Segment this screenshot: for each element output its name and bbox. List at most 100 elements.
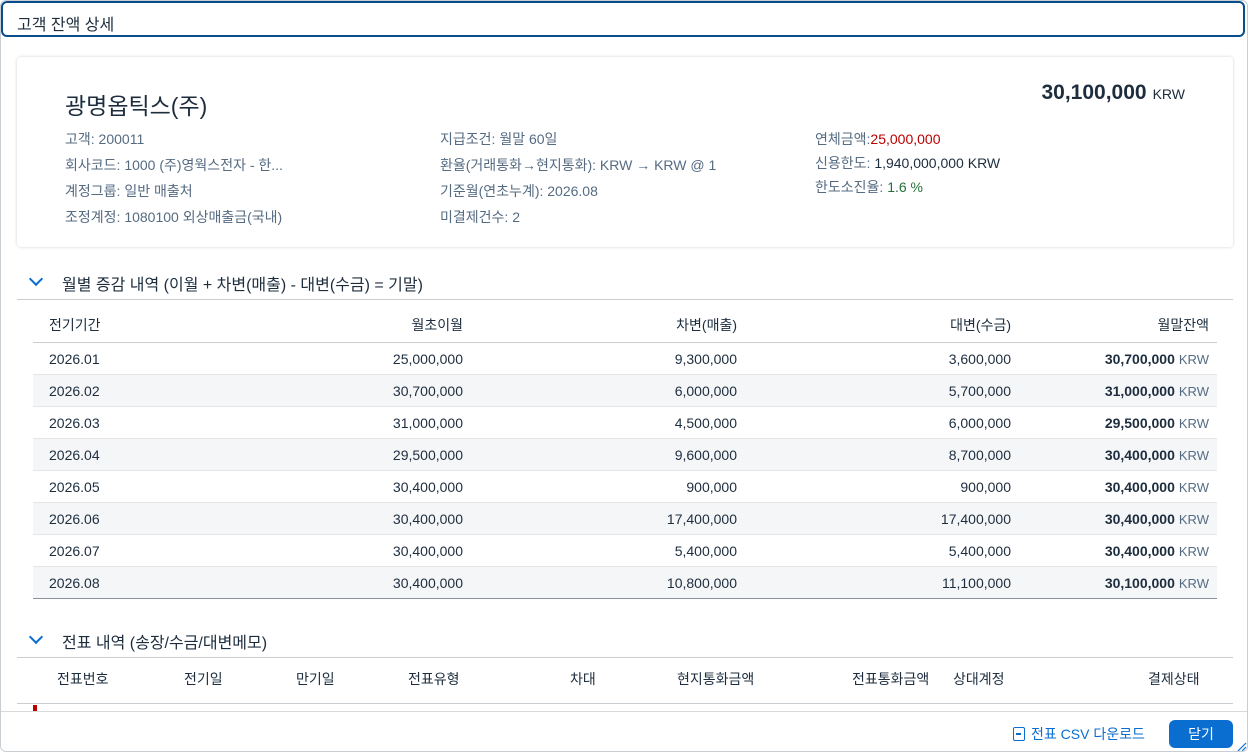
cell-debit: 9,600,000 [471,438,745,471]
table-row[interactable]: 2026.04 29,500,000 9,600,000 8,700,000 30,40… [33,438,1217,471]
closing-amount: 30,700,000 [1104,350,1175,367]
cell-debit: 5,400,000 [471,534,745,567]
cell-closing: 30,400,000 KRW [1019,534,1217,567]
col-opening[interactable]: 월초이월 [217,307,471,343]
table-row[interactable]: 2026.08 30,400,000 10,800,000 11,100,000 30,… [33,566,1217,599]
cell-closing: 30,100,000 KRW [1019,566,1217,599]
cell-closing: 30,400,000 KRW [1019,438,1217,471]
balance-amount: 30,100,000 [1041,81,1147,104]
attr-payment-terms: 지급조건: 월말 60일 [440,131,558,147]
voucher-section-header[interactable]: 전표 내역 (송장/수금/대변메모) [17,621,1233,658]
dialog-title: 고객 잔액 상세 [17,17,115,34]
cell-opening: 25,000,000 [217,342,471,375]
dialog-content[interactable]: 광명옵틱스(주) 30,100,000 KRW 고객: 200011 회사코드: … [1,39,1247,711]
closing-amount: 30,400,000 [1104,478,1175,495]
attr-limit-usage: 한도소진율: 1.6 % [815,179,923,195]
table-row[interactable]: 2026.02 30,700,000 6,000,000 5,700,000 31,00… [33,374,1217,407]
cell-opening: 29,500,000 [217,438,471,471]
cell-closing: 29,500,000 KRW [1019,406,1217,439]
attr-credit-limit: 신용한도: 1,940,000,000 KRW [815,155,1001,171]
close-button[interactable]: 닫기 [1169,720,1233,748]
vcol-clearing-status[interactable]: 결제상태 [1148,669,1200,689]
cell-period: 2026.02 [33,374,217,407]
closing-currency: KRW [1178,479,1209,495]
vcol-due-date[interactable]: 만기일 [296,669,335,689]
balance-currency: KRW [1152,86,1185,102]
closing-amount: 30,400,000 [1104,542,1175,559]
closing-currency: KRW [1178,543,1209,559]
cell-debit: 17,400,000 [471,502,745,535]
attr-customer: 고객: 200011 [65,131,145,147]
cell-closing: 31,000,000 KRW [1019,374,1217,407]
vcol-offset-account[interactable]: 상대계정 [953,669,1005,689]
cell-period: 2026.07 [33,534,217,567]
cell-period: 2026.03 [33,406,217,439]
cell-period: 2026.01 [33,342,217,375]
table-row[interactable]: 2026.01 25,000,000 9,300,000 3,600,000 30,70… [33,342,1217,375]
vcol-dc[interactable]: 차대 [570,669,596,689]
customer-header-card: 광명옵틱스(주) 30,100,000 KRW 고객: 200011 회사코드: … [17,57,1233,247]
export-icon [1013,727,1025,741]
attr-overdue: 연체금액:25,000,000 [815,131,941,147]
col-closing[interactable]: 월말잔액 [1019,307,1217,343]
vcol-doc-type[interactable]: 전표유형 [408,669,460,689]
attr-account-group: 계정그룹: 일반 매출처 [65,183,193,199]
cell-closing: 30,400,000 KRW [1019,502,1217,535]
closing-amount: 30,400,000 [1104,446,1175,463]
csv-download-button[interactable]: 전표 CSV 다운로드 [1013,724,1145,744]
attr-open-items: 미결제건수: 2 [440,209,520,225]
cell-closing: 30,400,000 KRW [1019,470,1217,503]
customer-name: 광명옵틱스(주) [65,93,208,119]
cell-opening: 30,700,000 [217,374,471,407]
table-row[interactable]: 2026.03 31,000,000 4,500,000 6,000,000 29,50… [33,406,1217,439]
closing-amount: 29,500,000 [1104,414,1175,431]
chevron-down-icon[interactable] [28,629,44,645]
cell-period: 2026.08 [33,566,217,599]
closing-amount: 30,100,000 [1104,574,1175,591]
col-debit[interactable]: 차변(매출) [471,307,745,343]
closing-currency: KRW [1178,383,1209,399]
cell-credit: 8,700,000 [745,438,1019,471]
attr-company-code: 회사코드: 1000 (주)영웍스전자 - 한... [65,157,283,173]
monthly-balance-table: 전기기간 월초이월 차변(매출) 대변(수금) 월말잔액 2026.01 25,0… [33,307,1217,599]
col-period[interactable]: 전기기간 [33,307,217,343]
cell-period: 2026.04 [33,438,217,471]
monthly-section-title: 월별 증감 내역 (이월 + 차변(매출) - 대변(수금) = 기말) [62,277,423,294]
closing-currency: KRW [1178,415,1209,431]
chevron-down-icon[interactable] [28,271,44,287]
csv-download-label: 전표 CSV 다운로드 [1031,726,1145,742]
cell-opening: 30,400,000 [217,470,471,503]
vcol-posting-date[interactable]: 전기일 [184,669,223,689]
cell-credit: 17,400,000 [745,502,1019,535]
vcol-local-amount[interactable]: 현지통화금액 [677,669,754,689]
cell-debit: 4,500,000 [471,406,745,439]
vcol-doc-amount[interactable]: 전표통화금액 [852,669,929,689]
voucher-header-divider [17,703,1233,704]
cell-credit: 5,400,000 [745,534,1019,567]
closing-currency: KRW [1178,447,1209,463]
customer-balance: 30,100,000 KRW [1041,81,1185,105]
cell-credit: 5,700,000 [745,374,1019,407]
cell-debit: 9,300,000 [471,342,745,375]
cell-opening: 30,400,000 [217,566,471,599]
cell-credit: 11,100,000 [745,566,1019,599]
cell-opening: 30,400,000 [217,502,471,535]
cell-debit: 10,800,000 [471,566,745,599]
cell-period: 2026.05 [33,470,217,503]
resize-handle-icon[interactable] [1237,742,1247,752]
col-credit[interactable]: 대변(수금) [745,307,1019,343]
vcol-doc-no[interactable]: 전표번호 [57,669,109,689]
table-header-row: 전기기간 월초이월 차변(매출) 대변(수금) 월말잔액 [33,307,1217,343]
table-row[interactable]: 2026.07 30,400,000 5,400,000 5,400,000 30,40… [33,534,1217,567]
dialog-footer: 전표 CSV 다운로드 닫기 [1,711,1247,752]
attr-recon-account: 조정계정: 1080100 외상매출금(국내) [65,209,283,225]
voucher-section-title: 전표 내역 (송장/수금/대변메모) [62,635,268,652]
table-row[interactable]: 2026.06 30,400,000 17,400,000 17,400,000 30,… [33,502,1217,535]
attr-exchange-rate: 환율(거래통화→현지통화): KRW → KRW @ 1 [440,157,717,173]
cell-debit: 6,000,000 [471,374,745,407]
table-row[interactable]: 2026.05 30,400,000 900,000 900,000 30,400,00… [33,470,1217,503]
cell-debit: 900,000 [471,470,745,503]
closing-amount: 31,000,000 [1104,382,1175,399]
cell-opening: 31,000,000 [217,406,471,439]
monthly-section-header[interactable]: 월별 증감 내역 (이월 + 차변(매출) - 대변(수금) = 기말) [17,263,1233,300]
